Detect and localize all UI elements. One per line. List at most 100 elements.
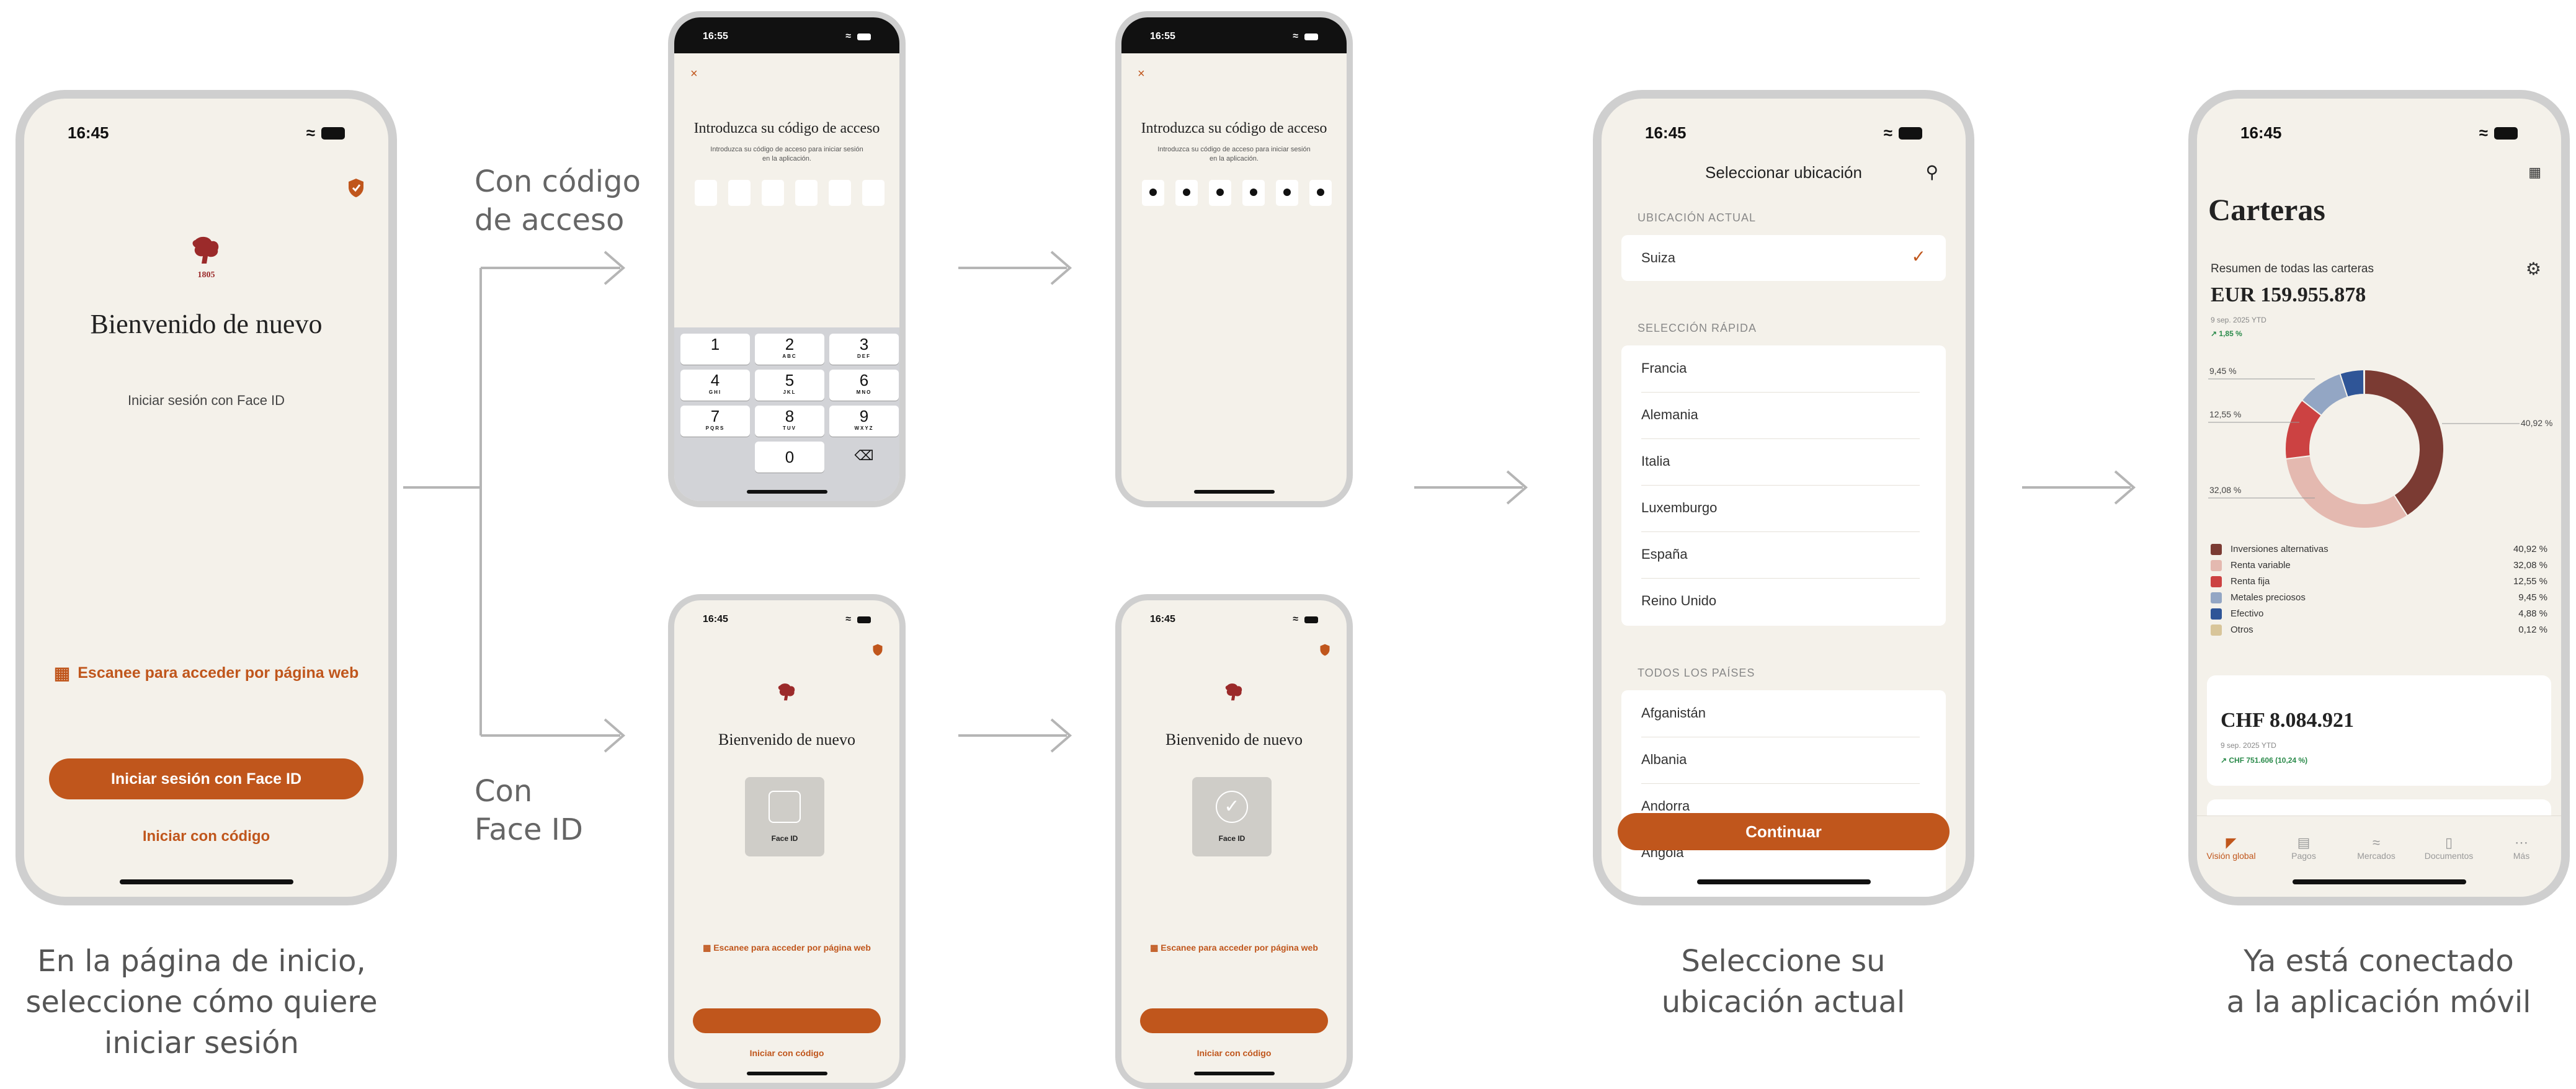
location-option[interactable]: Afganistán [1641, 705, 1706, 721]
legend-item: Renta variable 32,08 % [2211, 558, 2547, 574]
location-option[interactable]: Alemania [1641, 407, 1698, 423]
gear-icon[interactable]: ⚙ [2526, 259, 2541, 279]
tab-label: Documentos [2424, 851, 2474, 861]
donut-slice [2364, 368, 2445, 517]
caption-location-line1: Seleccione su [1681, 944, 1886, 979]
key-6[interactable]: 6 MNO [829, 370, 899, 401]
legend-label: Renta variable [2231, 560, 2291, 571]
status-bar: 16:45 ≈ [703, 614, 871, 639]
portfolio-card[interactable]: CHF 8.084.921 9 sep. 2025 YTD ↗ CHF 751.… [2207, 675, 2551, 786]
key-letters: MNO [856, 389, 872, 395]
welcome-screen: 16:45 ≈ 1805 Bienvenido de nuevo Iniciar… [24, 99, 388, 897]
shield-icon[interactable] [347, 178, 365, 198]
search-icon[interactable]: ⚲ [1925, 162, 1938, 182]
key-1[interactable]: 1 [680, 334, 750, 365]
wifi-icon: ≈ [1293, 614, 1298, 625]
continue-button[interactable]: Continuar [1618, 813, 1950, 850]
shield-icon[interactable] [1319, 644, 1330, 656]
code-digit-box[interactable] [728, 180, 751, 206]
total-change: ↗ 1,85 % [2211, 329, 2242, 338]
shield-icon[interactable] [872, 644, 883, 656]
scan-link[interactable]: ▦ Escanee para acceder por página web [674, 943, 899, 953]
welcome-title: Bienvenido de nuevo [90, 309, 323, 339]
portfolios-screen: 16:45 ≈ ▦ Carteras Resumen de todas las … [2197, 99, 2561, 897]
code-login-link[interactable]: Iniciar con código [674, 1048, 899, 1058]
key-letters: GHI [708, 389, 722, 395]
code-login-link[interactable]: Iniciar con código [24, 828, 388, 845]
code-login-link[interactable]: Iniciar con código [1121, 1048, 1347, 1058]
location-option[interactable]: Italia [1641, 453, 1670, 469]
wifi-icon: ≈ [845, 614, 851, 625]
code-digit-box[interactable] [762, 180, 784, 206]
location-option[interactable]: España [1641, 546, 1688, 562]
tab-documents[interactable]: ▯ Documentos [2415, 835, 2483, 861]
quick-selection-list: Francia Alemania Italia Luxemburgo Españ… [1621, 345, 1946, 626]
more-icon: ⋯ [2515, 835, 2528, 850]
legend-item: Efectivo 4,88 % [2211, 606, 2547, 622]
caption-start-line2: seleccione cómo quiere [25, 985, 378, 1020]
key-9[interactable]: 9 WXYZ [829, 406, 899, 437]
code-digit-box[interactable] [795, 180, 818, 206]
tab-more[interactable]: ⋯ Más [2487, 835, 2556, 861]
battery-icon [857, 33, 871, 40]
location-option[interactable]: Francia [1641, 360, 1687, 376]
key-2[interactable]: 2 ABC [755, 334, 824, 365]
tab-markets[interactable]: ≈ Mercados [2342, 835, 2410, 861]
card-total: CHF 8.084.921 [2221, 709, 2355, 732]
status-time: 16:45 [1150, 614, 1175, 625]
total-change-value: 1,85 % [2219, 329, 2242, 338]
code-digit-box[interactable] [829, 180, 851, 206]
code-digit-box[interactable] [862, 180, 885, 206]
status-time: 16:45 [68, 123, 109, 142]
location-option[interactable]: Luxemburgo [1641, 500, 1717, 516]
faceid-login-button[interactable]: Iniciar sesión con Face ID [49, 758, 363, 799]
legend-label: Inversiones alternativas [2231, 544, 2329, 554]
tab-overview[interactable]: ◤ Visión global [2197, 835, 2265, 861]
qr-code-icon[interactable]: ▦ [2528, 164, 2541, 180]
qr-scan-icon: ▦ [703, 943, 714, 953]
key-8[interactable]: 8 TUV [755, 406, 824, 437]
faceid-login-button[interactable] [1140, 1008, 1328, 1033]
passcode-hint-line1: Introduzca su código de acceso para inic… [710, 146, 863, 153]
legend-item: Renta fija 12,55 % [2211, 574, 2547, 590]
location-option[interactable]: Andorra [1641, 798, 1690, 814]
close-icon[interactable]: × [1138, 67, 1145, 81]
close-icon[interactable]: × [690, 67, 698, 81]
key-3[interactable]: 3 DEF [829, 334, 899, 365]
key-4[interactable]: 4 GHI [680, 370, 750, 401]
current-location-row[interactable]: Suiza ✓ [1621, 235, 1946, 281]
location-option[interactable]: Albania [1641, 752, 1687, 768]
caption-start-line3: iniciar sesión [104, 1026, 299, 1060]
passcode-title: Introduzca su código de acceso [1141, 120, 1327, 136]
location-option[interactable]: Reino Unido [1641, 593, 1716, 609]
status-time: 16:45 [703, 614, 728, 625]
key-digit: 7 [710, 407, 720, 425]
key-5[interactable]: 5 JKL [755, 370, 824, 401]
scan-link-label: Escanee para acceder por página web [713, 943, 871, 953]
branch-label-code-line1: Con código [475, 164, 641, 199]
trend-up-icon: ↗ [2211, 329, 2219, 338]
key-7[interactable]: 7 PQRS [680, 406, 750, 437]
scan-link-label: Escanee para acceder por página web [78, 664, 359, 682]
faceid-login-button[interactable] [693, 1008, 881, 1033]
scan-link[interactable]: ▦ Escanee para acceder por página web [24, 663, 388, 683]
scan-link-label: Escanee para acceder por página web [1161, 943, 1318, 953]
passcode-hint-line2: en la aplicación. [762, 155, 811, 162]
tab-payments[interactable]: ▤ Pagos [2270, 835, 2338, 861]
code-digit-box[interactable] [695, 180, 717, 206]
scan-link[interactable]: ▦ Escanee para acceder por página web [1121, 943, 1347, 953]
battery-icon [1304, 33, 1318, 40]
status-bar: 16:55 ≈ [703, 31, 871, 56]
legend-value: 40,92 % [2513, 544, 2547, 554]
donut-slice [2284, 455, 2409, 529]
payments-icon: ▤ [2297, 835, 2311, 850]
divider [1641, 392, 1920, 393]
faceid-overlay: ✓ Face ID [1192, 777, 1272, 856]
phone-passcode-filled: 16:55 ≈ × Introduzca su código de acceso… [1115, 11, 1353, 507]
caption-done-line1: Ya está conectado [2244, 944, 2514, 979]
key-0[interactable]: 0 [755, 442, 824, 473]
backspace-icon[interactable]: ⌫ [829, 448, 899, 464]
battery-icon [1304, 616, 1318, 623]
phone-passcode-empty: 16:55 ≈ × Introduzca su código de acceso… [668, 11, 906, 507]
all-countries-header: TODOS LOS PAÍSES [1638, 667, 1755, 679]
